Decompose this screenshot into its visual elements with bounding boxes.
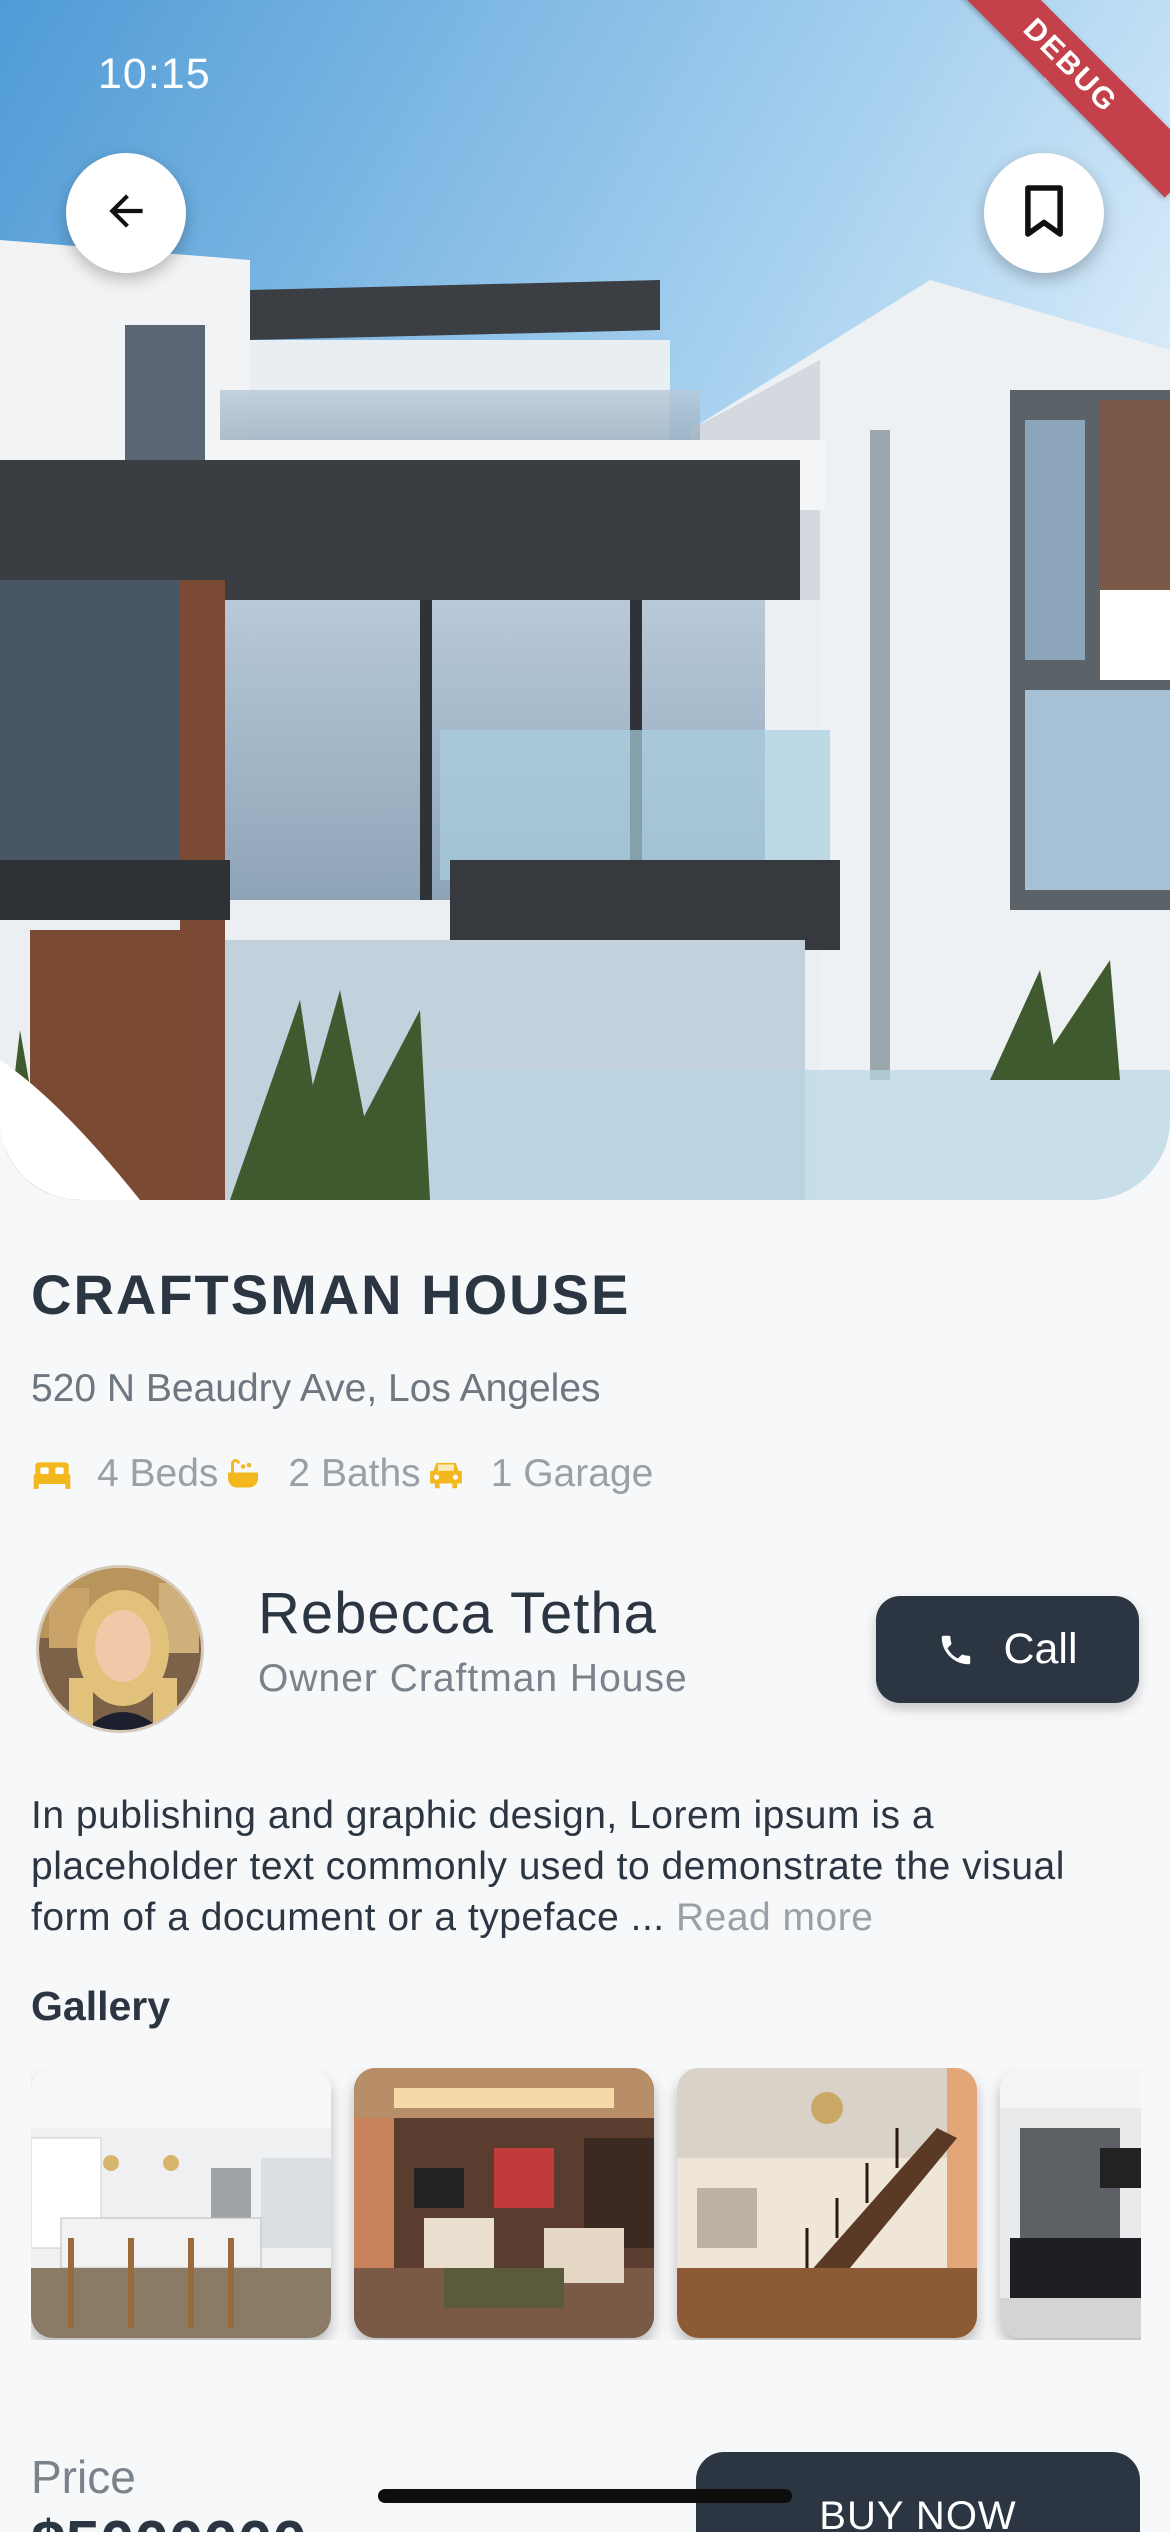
price-value: $5000000 [31,2508,307,2532]
bookmark-button[interactable] [984,153,1104,273]
call-label: Call [1003,1625,1078,1673]
gallery-image-lounge[interactable] [1000,2068,1141,2338]
property-description: In publishing and graphic design, Lorem … [31,1790,1141,1943]
bookmark-icon [1021,183,1067,244]
gallery-image-kitchen[interactable] [31,2068,331,2338]
gallery-title: Gallery [31,1983,171,2029]
home-indicator[interactable] [378,2489,792,2503]
status-time: 10:15 [98,50,211,98]
bed-icon [31,1453,73,1495]
read-more-link[interactable]: Read more [676,1896,873,1939]
description-text: In publishing and graphic design, Lorem … [31,1794,1065,1939]
back-button[interactable] [66,153,186,273]
phone-icon [937,1631,975,1669]
car-icon [425,1453,467,1495]
owner-name: Rebecca Tetha [258,1581,657,1646]
arrow-left-icon [101,186,151,241]
gallery-image-living-room[interactable] [354,2068,654,2338]
gallery-list[interactable] [31,2068,1141,2340]
owner-role: Owner Craftman House [258,1657,688,1700]
feature-label: 2 Baths [288,1452,421,1495]
feature-beds: 4 Beds [31,1452,218,1496]
call-button[interactable]: Call [876,1596,1139,1703]
owner-avatar [36,1565,204,1733]
property-title: CRAFTSMAN HOUSE [31,1263,631,1326]
price-label: Price [31,2451,136,2503]
feature-garage: 1 Garage [421,1452,654,1496]
bathtub-icon [222,1453,264,1495]
feature-label: 1 Garage [490,1452,654,1495]
property-address: 520 N Beaudry Ave, Los Angeles [31,1367,601,1410]
feature-label: 4 Beds [97,1452,219,1495]
feature-baths: 2 Baths [218,1452,421,1496]
property-features: 4 Beds 2 Baths 1 Garage [31,1452,653,1496]
gallery-image-staircase[interactable] [677,2068,977,2338]
